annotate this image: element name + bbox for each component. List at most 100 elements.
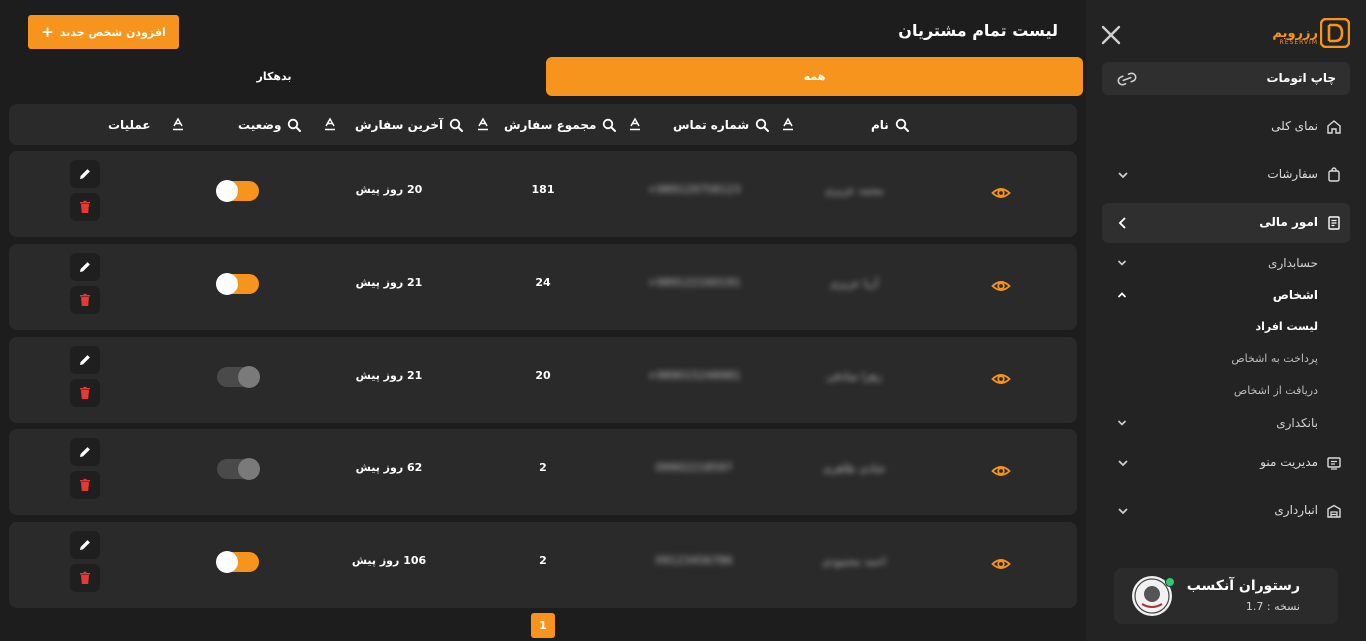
order-total: 181 xyxy=(531,183,555,196)
table-row: محمد عزیزی +989129758123 181 20 روز پیش xyxy=(9,151,1077,237)
add-person-button[interactable]: افزودن شخص جدید + xyxy=(28,15,179,49)
bag-icon xyxy=(1326,167,1342,183)
sidebar-sub-banking[interactable]: بانکداری xyxy=(1102,410,1318,436)
page-button[interactable]: 1 xyxy=(531,613,555,638)
tab-all[interactable]: همه xyxy=(546,57,1083,96)
search-icon[interactable] xyxy=(755,118,770,132)
column-label: نام xyxy=(871,117,889,132)
sidebar-leaf-receive-persons[interactable]: دریافت از اشخاص xyxy=(1118,379,1318,403)
sidebar-sub-label: اشخاص xyxy=(1272,288,1318,302)
column-label: شماره تماس xyxy=(673,117,750,132)
sidebar-item-finance[interactable]: امور مالی xyxy=(1102,203,1350,243)
filter-tabs: همه بدهکار xyxy=(9,57,1083,96)
sort-icon[interactable] xyxy=(628,117,642,131)
last-order: 20 روز پیش xyxy=(355,183,423,196)
search-icon[interactable] xyxy=(449,118,464,132)
delete-button[interactable] xyxy=(70,471,100,499)
edit-button[interactable] xyxy=(70,531,100,559)
delete-button[interactable] xyxy=(70,193,100,221)
user-card[interactable]: رستوران آنکسب نسخه : 1.7 xyxy=(1114,568,1338,624)
edit-button[interactable] xyxy=(70,438,100,466)
sidebar-item-menu-management[interactable]: مدیریت منو xyxy=(1102,443,1350,483)
customer-phone: 09902218597 xyxy=(655,461,733,474)
status-toggle[interactable] xyxy=(216,551,259,573)
column-label: آخرین سفارش xyxy=(355,117,444,132)
customer-name: شادی طاهری xyxy=(822,462,886,475)
status-toggle[interactable] xyxy=(217,458,260,480)
delete-button[interactable] xyxy=(70,286,100,314)
view-icon[interactable] xyxy=(991,461,1011,481)
status-toggle[interactable] xyxy=(216,180,259,202)
chevron-left-icon xyxy=(1116,216,1130,230)
toggle-knob xyxy=(238,366,260,388)
add-person-label: افزودن شخص جدید xyxy=(59,25,166,39)
plus-icon: + xyxy=(41,23,54,41)
edit-button[interactable] xyxy=(70,160,100,188)
pencil-icon xyxy=(80,540,90,550)
table-row: شادی طاهری 09902218597 2 62 روز پیش xyxy=(9,429,1077,515)
sort-icon[interactable] xyxy=(476,117,490,131)
table-row: آریا عزیزی +989122160191 24 21 روز پیش xyxy=(9,244,1077,330)
column-label: مجموع سفارش xyxy=(504,117,597,132)
sort-icon[interactable] xyxy=(323,117,337,131)
trash-icon xyxy=(80,571,90,584)
sidebar-item-overview[interactable]: نمای کلی xyxy=(1102,107,1350,147)
sort-icon[interactable] xyxy=(781,117,795,131)
view-icon[interactable] xyxy=(991,554,1011,574)
sidebar-item-label: سفارشات xyxy=(1267,167,1318,181)
chevron-up-icon xyxy=(1116,289,1128,301)
view-icon[interactable] xyxy=(991,183,1011,203)
delete-button[interactable] xyxy=(70,379,100,407)
sidebar-leaf-pay-persons[interactable]: پرداخت به اشخاص xyxy=(1118,347,1318,371)
edit-button[interactable] xyxy=(70,253,100,281)
close-icon[interactable] xyxy=(1100,24,1122,46)
delete-button[interactable] xyxy=(70,564,100,592)
sidebar-item-orders[interactable]: سفارشات xyxy=(1102,155,1350,195)
order-total: 2 xyxy=(539,461,547,474)
edit-button[interactable] xyxy=(70,346,100,374)
sidebar-item-label: مدیریت منو xyxy=(1260,455,1318,469)
page-title: لیست تمام مشتریان xyxy=(898,21,1058,40)
search-icon[interactable] xyxy=(602,118,617,132)
view-icon[interactable] xyxy=(991,369,1011,389)
status-toggle[interactable] xyxy=(217,366,260,388)
pencil-icon xyxy=(80,355,90,365)
sidebar: رزرویم RESERVIM چاپ اتومات نمای کلی سفار… xyxy=(1086,0,1366,641)
sidebar-leaf-label: لیست افراد xyxy=(1255,320,1318,333)
sidebar-leaf-label: دریافت از اشخاص xyxy=(1233,384,1318,397)
customer-phone: +989015248981 xyxy=(647,369,741,382)
pencil-icon xyxy=(80,169,90,179)
chevron-down-icon xyxy=(1116,456,1130,470)
column-header-total: مجموع سفارش xyxy=(504,104,617,145)
sidebar-sub-persons[interactable]: اشخاص xyxy=(1102,282,1318,308)
sidebar-leaf-label: پرداخت به اشخاص xyxy=(1231,352,1318,365)
online-status-dot xyxy=(1165,577,1175,587)
last-order: 106 روز پیش xyxy=(351,554,427,567)
chevron-down-icon xyxy=(1116,257,1128,269)
sidebar-item-warehouse[interactable]: انبارداری xyxy=(1102,491,1350,531)
sort-icon[interactable] xyxy=(171,117,185,131)
menu-board-icon xyxy=(1326,455,1342,471)
trash-icon xyxy=(80,200,90,213)
link-icon xyxy=(1116,71,1138,87)
app-version: نسخه : 1.7 xyxy=(1245,600,1300,613)
search-icon[interactable] xyxy=(287,118,302,132)
table-row: زهرا صادقی +989015248981 20 21 روز پیش xyxy=(9,337,1077,423)
auto-print-toggle[interactable]: چاپ اتومات xyxy=(1102,62,1350,95)
customer-name: زهرا صادقی xyxy=(826,370,882,383)
tab-debtor[interactable]: بدهکار xyxy=(9,57,539,96)
restaurant-name: رستوران آنکسب xyxy=(1186,578,1300,594)
customer-name: محمد عزیزی xyxy=(824,184,884,197)
brand-logo: رزرویم RESERVIM xyxy=(1268,18,1350,50)
search-icon[interactable] xyxy=(895,118,909,132)
view-icon[interactable] xyxy=(991,276,1011,296)
sidebar-sub-accounting[interactable]: حسابداری xyxy=(1102,250,1318,276)
trash-icon xyxy=(80,478,90,491)
sidebar-leaf-person-list[interactable]: لیست افراد xyxy=(1118,315,1318,339)
column-header-last-order: آخرین سفارش xyxy=(355,104,464,145)
column-header-status: وضعیت xyxy=(238,104,302,145)
warehouse-icon xyxy=(1326,503,1342,519)
status-toggle[interactable] xyxy=(216,273,259,295)
receipt-icon xyxy=(1326,215,1342,231)
toggle-knob xyxy=(216,180,238,202)
